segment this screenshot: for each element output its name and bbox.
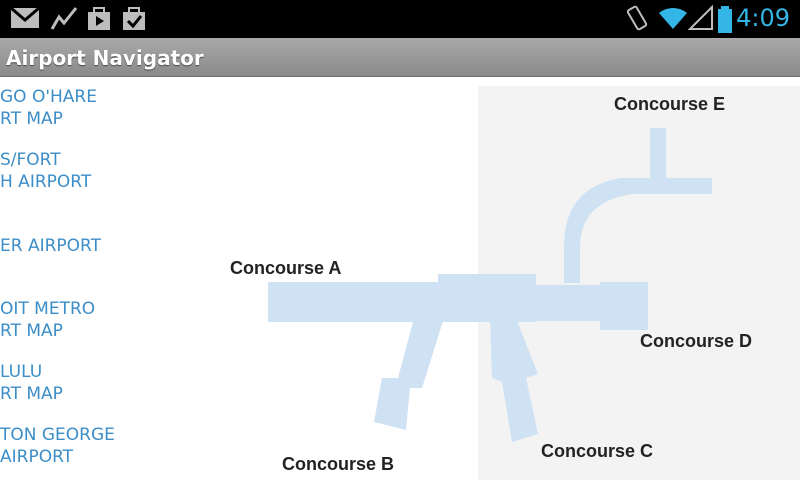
list-item-label-line1: ER AIRPORT xyxy=(0,236,102,256)
wifi-icon xyxy=(659,7,687,29)
list-item-airport-2[interactable]: S/FORT H AIRPORT xyxy=(0,149,230,209)
concourse-e-label: Concourse E xyxy=(614,94,726,114)
app-title: Airport Navigator xyxy=(6,46,204,70)
list-item-label-line1: OIT METRO xyxy=(0,299,96,319)
concourse-e-shape xyxy=(650,128,666,188)
list-item-label-line2: RT MAP xyxy=(0,109,63,129)
list-item-label-line1: S/FORT xyxy=(0,150,61,170)
list-item-label-line2: RT MAP xyxy=(0,384,63,404)
clock-time: 4:09 xyxy=(736,4,790,32)
concourse-d-label: Concourse D xyxy=(640,331,753,351)
signal-icon xyxy=(688,5,713,30)
list-item-airport-3[interactable]: ER AIRPORT xyxy=(0,235,230,295)
airport-map[interactable]: Concourse A Concourse B Concourse C Conc… xyxy=(200,78,800,480)
list-item-label-line2: RT MAP xyxy=(0,321,63,341)
gmail-icon xyxy=(10,6,40,28)
battery-icon xyxy=(718,6,732,33)
terminal-center-shape xyxy=(438,274,536,288)
stocks-icon xyxy=(50,7,78,30)
airport-list: GO O'HARE RT MAP S/FORT H AIRPORT ER AIR… xyxy=(0,78,230,480)
list-item-label-line1: TON GEORGE xyxy=(0,425,115,445)
list-item-airport-4[interactable]: OIT METRO RT MAP xyxy=(0,298,230,358)
list-item-label-line2: AIRPORT xyxy=(0,447,74,467)
rotate-icon xyxy=(626,5,648,31)
play-store-icon xyxy=(88,7,110,30)
tasks-check-icon xyxy=(123,7,145,30)
list-item-label-line1: GO O'HARE xyxy=(0,87,97,107)
concourse-diagram xyxy=(268,86,800,480)
concourse-b-label: Concourse B xyxy=(282,454,395,474)
list-item-airport-5[interactable]: LULU RT MAP xyxy=(0,361,230,421)
action-bar: Airport Navigator xyxy=(0,38,800,77)
status-bar: 4:09 xyxy=(0,0,800,38)
concourse-c-label: Concourse C xyxy=(541,441,654,461)
list-item-airport-1[interactable]: GO O'HARE RT MAP xyxy=(0,86,230,146)
list-item-airport-6[interactable]: TON GEORGE AIRPORT xyxy=(0,424,230,480)
list-item-label-line2: H AIRPORT xyxy=(0,172,92,192)
concourse-d-end-shape xyxy=(600,282,648,330)
list-item-label-line1: LULU xyxy=(0,362,43,382)
concourse-a-label: Concourse A xyxy=(230,258,342,278)
concourse-b-shape xyxy=(374,318,444,430)
